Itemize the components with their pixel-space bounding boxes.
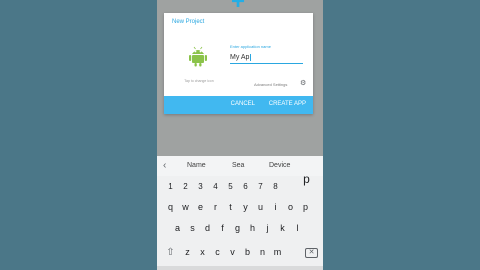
key[interactable]: d [200, 221, 215, 236]
dialog-action-bar: CANCEL CREATE APP [164, 96, 313, 114]
key[interactable]: q [163, 200, 178, 215]
key[interactable]: n [255, 245, 270, 260]
phone-screen: + New Project Tap to change icon Enter a… [157, 0, 323, 270]
cancel-button[interactable]: CANCEL [231, 101, 255, 107]
dialog-title: New Project [172, 19, 205, 25]
key[interactable]: j [260, 221, 275, 236]
key[interactable]: 8 [268, 179, 283, 194]
key[interactable]: h [245, 221, 260, 236]
suggestion-item[interactable]: Name [187, 162, 206, 169]
key[interactable]: w [178, 200, 193, 215]
key[interactable]: f [215, 221, 230, 236]
create-app-button[interactable]: CREATE APP [269, 101, 306, 107]
backspace-key[interactable]: ✕ [301, 245, 318, 260]
keyboard: ‹ Name Sea Device 1 2 3 4 5 6 7 8 p q w … [157, 156, 323, 270]
key[interactable]: v [225, 245, 240, 260]
key[interactable]: k [275, 221, 290, 236]
shift-icon[interactable]: ⇧ [163, 245, 178, 260]
key[interactable]: l [290, 221, 305, 236]
text-cursor [250, 53, 252, 61]
key[interactable]: r [208, 200, 223, 215]
suggestion-item[interactable]: Device [269, 162, 290, 169]
advanced-settings-label[interactable]: Advanced Settings [254, 82, 287, 87]
key[interactable]: 4 [208, 179, 223, 194]
key[interactable]: z [180, 245, 195, 260]
tap-to-change-icon-label: Tap to change icon [184, 79, 214, 83]
key[interactable]: b [240, 245, 255, 260]
plus-icon[interactable]: + [228, 0, 248, 14]
key[interactable]: o [283, 200, 298, 215]
key-preview: p [303, 172, 310, 186]
chevron-left-icon[interactable]: ‹ [163, 161, 166, 171]
key[interactable]: s [185, 221, 200, 236]
key[interactable]: c [210, 245, 225, 260]
key[interactable]: x [195, 245, 210, 260]
app-name-placeholder: Enter application name [230, 44, 271, 49]
app-name-value: My Ap [230, 54, 250, 61]
key[interactable]: 7 [253, 179, 268, 194]
key[interactable]: m [270, 245, 285, 260]
key[interactable]: 2 [178, 179, 193, 194]
key[interactable]: i [268, 200, 283, 215]
key[interactable]: a [170, 221, 185, 236]
android-icon[interactable] [188, 45, 208, 67]
suggestion-item[interactable]: Sea [232, 162, 244, 169]
key[interactable]: 6 [238, 179, 253, 194]
key[interactable]: 3 [193, 179, 208, 194]
key[interactable]: 5 [223, 179, 238, 194]
backspace-icon: ✕ [305, 248, 318, 258]
key[interactable]: g [230, 221, 245, 236]
key[interactable]: e [193, 200, 208, 215]
app-name-input[interactable]: My Ap [230, 52, 303, 64]
key[interactable]: u [253, 200, 268, 215]
gear-icon[interactable]: ⚙ [300, 80, 307, 87]
key[interactable]: y [238, 200, 253, 215]
key[interactable]: 1 [163, 179, 178, 194]
keyboard-bottom-edge [157, 266, 323, 270]
key[interactable]: t [223, 200, 238, 215]
key[interactable]: p [298, 200, 313, 215]
